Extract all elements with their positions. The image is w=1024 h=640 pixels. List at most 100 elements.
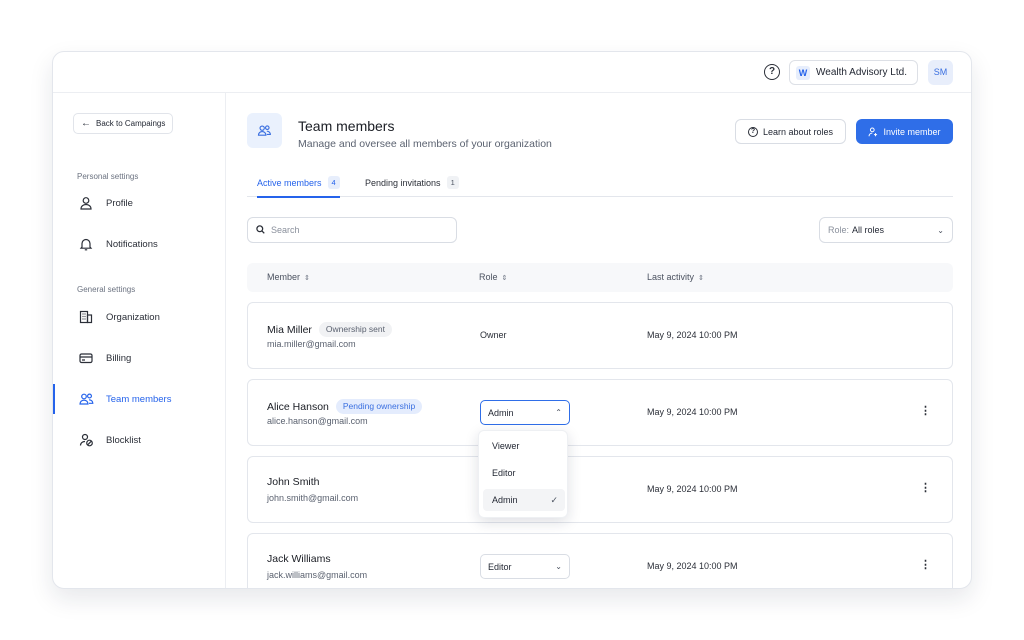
personal-settings-heading: Personal settings	[77, 172, 139, 181]
team-header-icon	[247, 113, 282, 148]
member-tabs: Active members 4 Pending invitations 1	[247, 168, 953, 198]
user-blocked-icon	[78, 432, 94, 448]
sidebar-item-organization[interactable]: Organization	[53, 302, 226, 332]
sidebar-item-blocklist[interactable]: Blocklist	[53, 425, 226, 455]
role-select-value: Admin	[488, 407, 514, 418]
column-header-member[interactable]: Member ⇕	[267, 272, 310, 282]
role-select[interactable]: Admin ⌃	[480, 400, 570, 425]
tab-count-badge: 4	[327, 176, 340, 189]
column-header-label: Member	[267, 272, 301, 282]
sort-icon: ⇕	[304, 275, 310, 282]
back-button-label: Back to Campaings	[96, 119, 166, 128]
user-icon	[78, 195, 94, 211]
role-option-editor[interactable]: Editor	[483, 462, 565, 484]
search-icon	[256, 224, 265, 236]
general-settings-heading: General settings	[77, 285, 136, 294]
member-name: John Smith	[267, 476, 320, 488]
role-option-viewer[interactable]: Viewer	[483, 435, 565, 457]
learn-button-label: Learn about roles	[762, 126, 834, 137]
chevron-up-icon: ⌃	[555, 408, 562, 417]
tab-pending-invitations[interactable]: Pending invitations 1	[365, 168, 459, 197]
page-subtitle: Manage and oversee all members of your o…	[298, 138, 552, 150]
role-select-value: Editor	[488, 561, 512, 572]
building-icon	[78, 309, 94, 325]
member-email: mia.miller@gmail.com	[267, 339, 356, 349]
tab-label: Active members	[257, 177, 322, 188]
main-content: Team members Manage and oversee all memb…	[227, 93, 971, 588]
table-row: Jack Williams jack.williams@gmail.com Ed…	[247, 533, 953, 588]
status-badge: Pending ownership	[335, 399, 423, 414]
sidebar-item-notifications[interactable]: Notifications	[53, 229, 226, 259]
more-options-icon[interactable]: ⋮	[920, 483, 931, 494]
last-activity: May 9, 2024 10:00 PM	[647, 330, 738, 340]
member-name: Alice Hanson	[267, 400, 329, 413]
users-icon	[78, 391, 94, 407]
role-option-label: Admin	[492, 495, 518, 505]
user-avatar[interactable]: SM	[928, 60, 953, 85]
role-option-label: Editor	[492, 468, 516, 478]
invite-button-label: Invite member	[883, 126, 941, 137]
column-header-label: Role	[479, 272, 498, 282]
sidebar-item-label: Notifications	[106, 238, 158, 250]
invite-member-button[interactable]: Invite member	[856, 119, 953, 144]
sidebar-item-label: Billing	[106, 352, 132, 364]
user-plus-icon	[868, 127, 878, 137]
sidebar-item-label: Profile	[106, 197, 133, 209]
sidebar-item-label: Organization	[106, 311, 160, 323]
tab-count-badge: 1	[446, 176, 459, 189]
sort-icon: ⇕	[698, 275, 704, 282]
sidebar-item-label: Team members	[106, 393, 172, 405]
member-email: alice.hanson@gmail.com	[267, 416, 368, 426]
status-badge: Ownership sent	[318, 322, 392, 337]
role-option-admin[interactable]: Admin ✓	[483, 489, 565, 511]
member-email: john.smith@gmail.com	[267, 493, 359, 503]
top-bar: ? W Wealth Advisory Ltd. SM	[53, 52, 971, 93]
question-circle-icon: ?	[747, 126, 758, 137]
check-icon: ✓	[550, 494, 558, 505]
credit-card-icon	[78, 350, 94, 366]
chevron-down-icon: ⌄	[555, 562, 562, 571]
page-title: Team members	[298, 118, 395, 134]
sidebar: ← Back to Campaings Personal settings Pr…	[53, 93, 226, 588]
member-name-cell: John Smith	[267, 476, 320, 488]
tab-active-members[interactable]: Active members 4	[257, 168, 340, 198]
column-header-last-activity[interactable]: Last activity ⇕	[647, 272, 704, 282]
last-activity: May 9, 2024 10:00 PM	[647, 561, 738, 571]
column-header-role[interactable]: Role ⇕	[479, 272, 507, 282]
member-name-cell: Jack Williams	[267, 553, 331, 565]
member-name: Mia Miller	[267, 323, 312, 336]
member-name-cell: Alice Hanson Pending ownership	[267, 399, 423, 414]
back-to-campaigns-button[interactable]: ← Back to Campaings	[73, 113, 174, 134]
member-name: Jack Williams	[267, 553, 331, 565]
role-filter-label: Role:	[828, 225, 850, 235]
organization-selector[interactable]: W Wealth Advisory Ltd.	[789, 60, 918, 85]
last-activity: May 9, 2024 10:00 PM	[647, 407, 738, 417]
last-activity: May 9, 2024 10:00 PM	[647, 484, 738, 494]
sidebar-item-team-members[interactable]: Team members	[53, 384, 226, 414]
sidebar-item-billing[interactable]: Billing	[53, 343, 226, 373]
role-filter-select[interactable]: Role: All roles ⌄	[819, 217, 953, 243]
learn-about-roles-button[interactable]: ? Learn about roles	[735, 119, 846, 144]
chevron-down-icon: ⌄	[937, 225, 944, 235]
search-placeholder: Search	[271, 225, 300, 235]
role-filter-value: All roles	[852, 225, 885, 235]
sort-icon: ⇕	[501, 275, 508, 282]
column-header-label: Last activity	[647, 272, 695, 282]
search-field[interactable]: Search	[247, 217, 457, 243]
table-row: Alice Hanson Pending ownership alice.han…	[247, 379, 953, 446]
organization-logo: W	[796, 65, 810, 80]
sidebar-item-profile[interactable]: Profile	[53, 188, 226, 218]
member-name-cell: Mia Miller Ownership sent	[267, 322, 392, 337]
table-row: John Smith john.smith@gmail.com May 9, 2…	[247, 456, 953, 523]
bell-icon	[78, 236, 94, 252]
arrow-left-icon: ←	[81, 118, 91, 129]
role-option-label: Viewer	[492, 441, 520, 451]
sidebar-item-label: Blocklist	[106, 434, 141, 446]
question-circle-icon[interactable]: ?	[764, 64, 780, 80]
member-email: jack.williams@gmail.com	[267, 570, 368, 580]
more-options-icon[interactable]: ⋮	[920, 406, 931, 417]
more-options-icon[interactable]: ⋮	[920, 560, 931, 571]
role-dropdown-menu: Viewer Editor Admin ✓	[478, 430, 568, 518]
role-select[interactable]: Editor ⌄	[480, 554, 570, 579]
tab-label: Pending invitations	[365, 177, 441, 188]
